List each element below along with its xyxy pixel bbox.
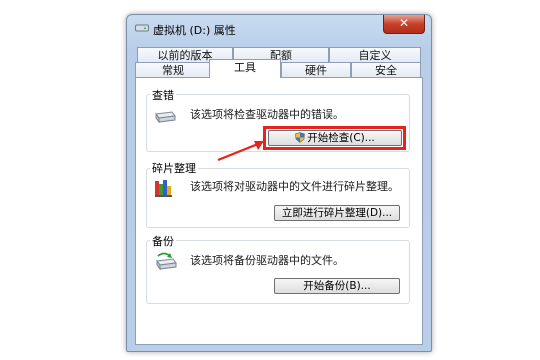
- tab-security[interactable]: 安全: [351, 62, 421, 77]
- backup-group: [146, 240, 410, 304]
- window-title: 虚拟机 (D:) 属性: [153, 24, 236, 37]
- backup-title: 备份: [150, 233, 176, 249]
- error-check-title: 查错: [150, 87, 176, 103]
- error-check-description: 该选项将检查驱动器中的错误。: [190, 108, 344, 121]
- tab-tools[interactable]: 工具: [209, 59, 281, 78]
- start-backup-button[interactable]: 开始备份(B)...: [274, 278, 400, 294]
- backup-icon: [156, 252, 177, 271]
- tab-hardware[interactable]: 硬件: [281, 62, 351, 77]
- arrow-annotation: [217, 141, 264, 162]
- title-bar[interactable]: 虚拟机 (D:) 属性 ✕: [127, 15, 431, 43]
- tab-customize[interactable]: 自定义: [329, 47, 421, 62]
- defrag-title: 碎片整理: [150, 160, 198, 176]
- defrag-now-button[interactable]: 立即进行碎片整理(D)...: [274, 205, 400, 221]
- backup-description: 该选项将备份驱动器中的文件。: [190, 254, 344, 267]
- highlight-box: [263, 126, 406, 150]
- defrag-description: 该选项将对驱动器中的文件进行碎片整理。: [190, 180, 399, 193]
- drive-icon: [135, 24, 149, 32]
- tab-general[interactable]: 常规: [135, 62, 211, 77]
- hard-drive-icon: [155, 111, 176, 124]
- defrag-icon: [155, 180, 172, 197]
- close-button[interactable]: ✕: [383, 15, 425, 34]
